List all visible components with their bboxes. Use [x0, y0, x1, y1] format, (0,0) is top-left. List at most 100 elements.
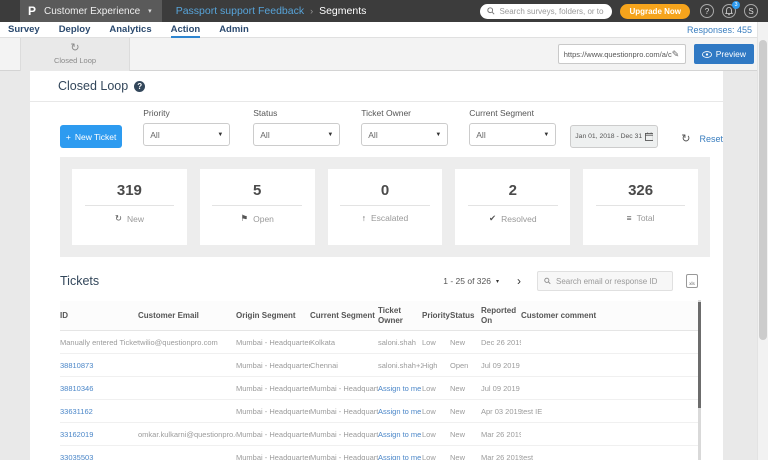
- pagination-dropdown[interactable]: 1 - 25 of 326 ▾: [443, 276, 499, 286]
- col-current-segment: Current Segment: [310, 310, 375, 320]
- cell-assign-link[interactable]: Assign to me: [378, 430, 422, 439]
- cell-owner: saloni.shah+22: [378, 360, 422, 370]
- chevron-down-icon: ▼: [327, 131, 334, 138]
- priority-select[interactable]: All ▼: [143, 123, 231, 146]
- breadcrumb: Passport support Feedback › Segments: [176, 5, 367, 17]
- cx-url-field[interactable]: https://www.questionpro.com/a/cxLogin.d …: [557, 44, 686, 64]
- stat-total-label: Total: [636, 213, 655, 223]
- tickets-toolbar: Tickets 1 - 25 of 326 ▾ › xls: [30, 257, 723, 301]
- page-scrollbar-thumb[interactable]: [759, 40, 767, 340]
- loop-refresh-icon: ↻: [70, 42, 80, 54]
- cell-origin: Mumbai - Headquarters: [236, 383, 310, 393]
- preview-button[interactable]: Preview: [693, 44, 754, 64]
- nav-tab-action[interactable]: Action: [170, 22, 201, 38]
- bell-icon: [725, 6, 733, 15]
- cell-id-link[interactable]: 38810873: [60, 361, 138, 370]
- cell-reported: Dec 26 2019: [481, 337, 521, 347]
- cell-id-link[interactable]: 33162019: [60, 430, 138, 439]
- nav-tab-admin[interactable]: Admin: [219, 22, 249, 38]
- tickets-search[interactable]: [537, 271, 673, 291]
- status-select[interactable]: All ▼: [253, 123, 341, 146]
- stat-card-new: 319 ↻ New: [72, 169, 187, 245]
- reset-link[interactable]: Reset: [699, 134, 723, 144]
- cell-owner: saloni.shah: [378, 337, 416, 347]
- date-range-value: Jan 01, 2018 - Dec 31, 20: [575, 133, 642, 140]
- ticket-owner-select[interactable]: All ▼: [361, 123, 449, 146]
- cell-status: New: [450, 429, 466, 439]
- cell-origin: Mumbai - Headquarters: [236, 406, 310, 416]
- table-row[interactable]: 33631162 Mumbai - Headquarters Mumbai - …: [60, 400, 698, 423]
- status-value: All: [260, 129, 270, 140]
- filter-status-label: Status: [253, 108, 278, 118]
- table-row[interactable]: 33035503 Mumbai - Headquarters Mumbai - …: [60, 446, 698, 460]
- filter-bar: + New Ticket Priority All ▼ Status All ▼…: [30, 102, 723, 155]
- closed-loop-help-icon[interactable]: ?: [134, 80, 146, 92]
- notifications-button[interactable]: 3: [722, 1, 740, 18]
- resolved-check-icon: ✔: [489, 213, 497, 223]
- closed-loop-tab-label: Closed Loop: [53, 56, 97, 65]
- cell-reported: Mar 26 2019: [481, 452, 521, 460]
- user-avatar[interactable]: S: [744, 4, 758, 18]
- stat-resolved-label: Resolved: [501, 213, 537, 224]
- cell-current: Kolkata: [310, 337, 336, 347]
- cell-assign-link[interactable]: Assign to me: [378, 407, 422, 416]
- product-switcher[interactable]: P Customer Experience ▾: [20, 0, 162, 22]
- nav-tab-analytics[interactable]: Analytics: [109, 22, 151, 38]
- cell-assign-link[interactable]: Assign to me: [378, 453, 422, 460]
- stat-card-escalated: 0 ↑ Escalated: [327, 169, 443, 245]
- stat-card-open: 5 ⚑ Open: [199, 169, 315, 245]
- cx-url-value: https://www.questionpro.com/a/cxLogin.d: [563, 49, 672, 59]
- eye-icon: [701, 50, 712, 58]
- col-id: ID: [60, 310, 68, 320]
- col-origin-segment: Origin Segment: [236, 310, 296, 320]
- action-toolbar: ↻ Closed Loop https://www.questionpro.co…: [0, 37, 768, 71]
- cell-email: omkar.kulkarni@questionpro.com: [138, 429, 236, 439]
- table-scrollbar-thumb[interactable]: [698, 302, 701, 408]
- priority-value: All: [150, 129, 160, 140]
- table-row[interactable]: Manually entered Ticket twilio@questionp…: [60, 331, 698, 354]
- filter-ticket-owner: Ticket Owner All ▼: [361, 108, 449, 155]
- refresh-icon[interactable]: ↻: [681, 134, 690, 145]
- closed-loop-header: Closed Loop ?: [30, 71, 723, 102]
- notification-badge: 3: [732, 1, 740, 9]
- new-ticket-button[interactable]: + New Ticket: [60, 125, 123, 148]
- page-scrollbar[interactable]: [757, 22, 768, 460]
- cell-id-link[interactable]: 33035503: [60, 453, 138, 460]
- pagination-label: 1 - 25 of 326: [443, 276, 491, 286]
- date-range-picker[interactable]: Jan 01, 2018 - Dec 31, 20: [570, 125, 659, 148]
- top-bar: P Customer Experience ▾ Passport support…: [0, 0, 768, 22]
- current-segment-select[interactable]: All ▼: [469, 123, 557, 146]
- upgrade-now-button[interactable]: Upgrade Now: [620, 3, 690, 19]
- cell-id-link[interactable]: 33631162: [60, 407, 138, 416]
- nav-tab-deploy[interactable]: Deploy: [59, 22, 91, 38]
- tickets-table: ID Customer Email Origin Segment Current…: [60, 301, 698, 460]
- closed-loop-tab[interactable]: ↻ Closed Loop: [20, 37, 130, 71]
- cell-assign-link[interactable]: Assign to me: [378, 384, 422, 393]
- cell-reported: Mar 26 2019: [481, 429, 521, 439]
- col-status: Status: [450, 310, 475, 320]
- table-row[interactable]: 38810873 Mumbai - Headquarters Chennai s…: [60, 354, 698, 377]
- cell-status: New: [450, 452, 466, 460]
- table-row[interactable]: 33162019 omkar.kulkarni@questionpro.com …: [60, 423, 698, 446]
- tickets-search-input[interactable]: [556, 276, 666, 286]
- help-button[interactable]: ?: [700, 4, 714, 18]
- preview-label: Preview: [715, 49, 746, 59]
- cell-current: Mumbai - Headquarters: [310, 406, 378, 416]
- edit-pencil-icon[interactable]: ✎: [672, 49, 680, 60]
- export-xls-button[interactable]: xls: [686, 274, 698, 288]
- cell-id-link[interactable]: 38810346: [60, 384, 138, 393]
- global-search[interactable]: [480, 3, 613, 19]
- table-scrollbar[interactable]: [698, 300, 701, 460]
- breadcrumb-parent-link[interactable]: Passport support Feedback: [176, 5, 304, 17]
- col-customer-email: Customer Email: [138, 310, 199, 320]
- responses-count[interactable]: Responses: 455: [687, 25, 752, 35]
- nav-tab-survey[interactable]: Survey: [8, 22, 40, 38]
- table-row[interactable]: 38810346 Mumbai - Headquarters Mumbai - …: [60, 377, 698, 400]
- cell-status: New: [450, 337, 466, 347]
- stat-card-resolved: 2 ✔ Resolved: [455, 169, 571, 245]
- chevron-down-icon: ▼: [435, 131, 442, 138]
- global-search-input[interactable]: [499, 6, 605, 16]
- filter-current-segment-label: Current Segment: [469, 108, 534, 118]
- escalated-arrow-icon: ↑: [361, 213, 366, 223]
- next-page-button[interactable]: ›: [517, 275, 521, 287]
